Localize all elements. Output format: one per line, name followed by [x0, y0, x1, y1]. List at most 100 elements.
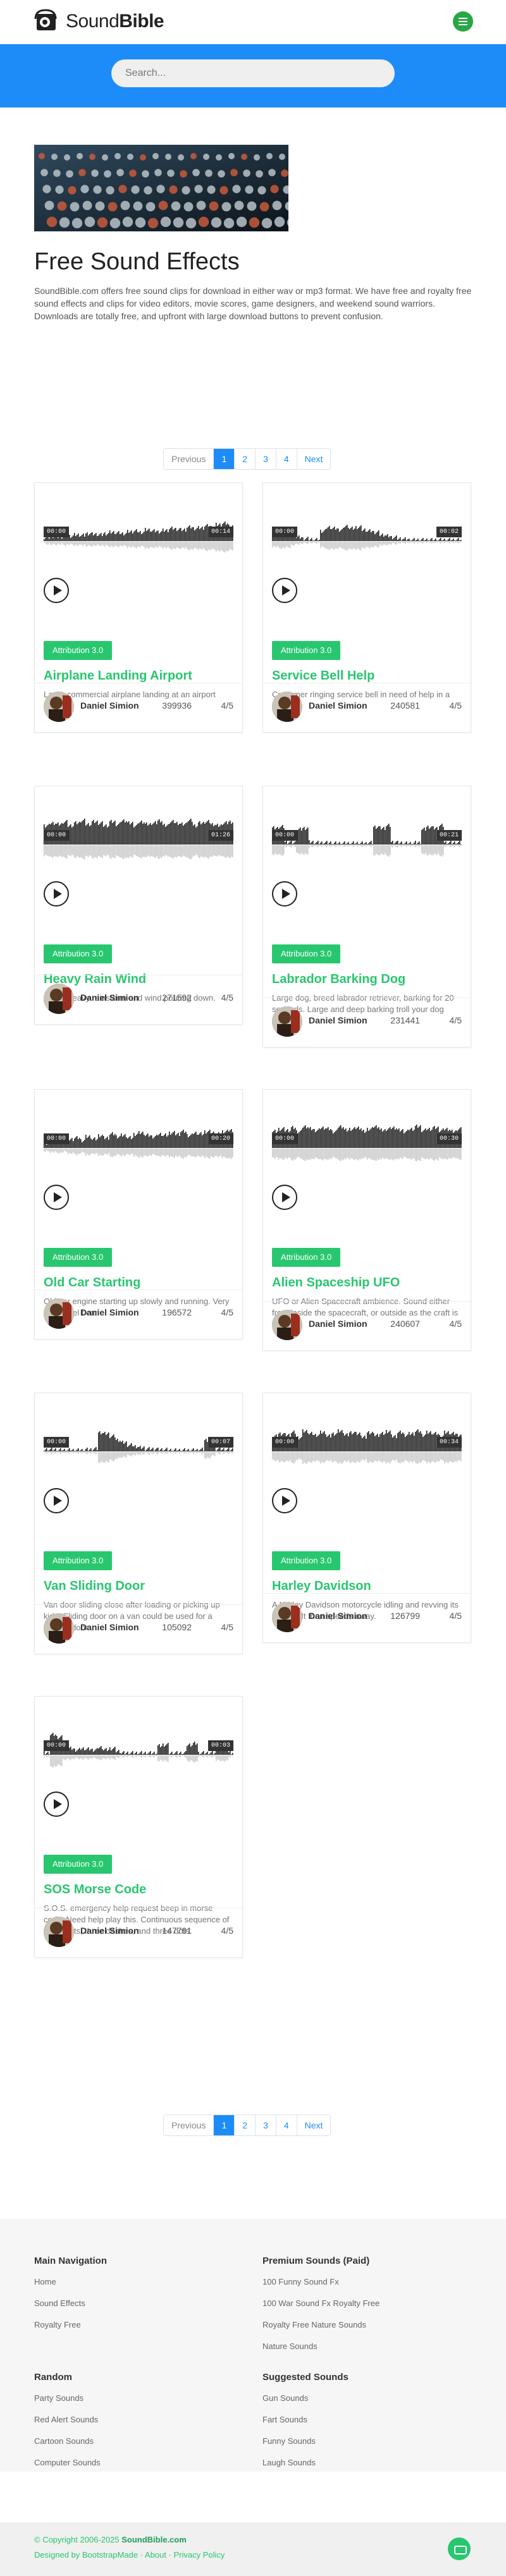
author-name[interactable]: Daniel Simion	[80, 1926, 139, 1936]
wave-reflection	[165, 845, 166, 855]
sound-title[interactable]: Labrador Barking Dog	[272, 972, 405, 987]
play-icon[interactable]	[272, 881, 297, 906]
footer-link-suggested[interactable]: Laugh Sounds	[262, 2458, 316, 2467]
wave-reflection	[230, 1452, 231, 1453]
sound-title[interactable]: Old Car Starting	[44, 1276, 140, 1290]
pagination-previous[interactable]: Previous	[164, 449, 214, 469]
wave-reflection	[163, 1755, 164, 1762]
wave-reflection	[307, 845, 309, 855]
license-badge[interactable]: Attribution 3.0	[44, 1855, 113, 1874]
footer-link-random[interactable]: Party Sounds	[34, 2393, 83, 2403]
author-name[interactable]: Daniel Simion	[309, 1611, 367, 1621]
wave-bar	[331, 844, 333, 845]
search-input[interactable]	[111, 59, 395, 87]
author-name[interactable]: Daniel Simion	[309, 700, 367, 711]
pagination-page-4[interactable]: 4	[275, 2115, 297, 2135]
waveform-player[interactable]: 00:00 00:20	[44, 1119, 233, 1177]
wave-bar	[342, 844, 343, 845]
pagination-next[interactable]: Next	[296, 449, 331, 469]
author-name[interactable]: Daniel Simion	[80, 1622, 139, 1632]
license-badge[interactable]: Attribution 3.0	[44, 1551, 113, 1570]
license-badge[interactable]: Attribution 3.0	[44, 641, 113, 660]
wave-bar	[54, 1450, 55, 1451]
wave-bar	[345, 1128, 347, 1148]
author-name[interactable]: Daniel Simion	[80, 1307, 139, 1317]
pagination-page-1[interactable]: 1	[213, 449, 235, 469]
pagination-page-4[interactable]: 4	[275, 449, 297, 469]
footer-link-premium[interactable]: Nature Sounds	[262, 2341, 318, 2351]
license-badge[interactable]: Attribution 3.0	[272, 641, 341, 660]
footer-link-suggested[interactable]: Fart Sounds	[262, 2415, 307, 2424]
wave-bar	[155, 532, 156, 541]
wave-bar	[149, 1752, 150, 1755]
about-link[interactable]: About	[145, 2550, 166, 2560]
footer-link-premium[interactable]: 100 War Sound Fx Royalty Free	[262, 2298, 379, 2308]
footer-link-premium[interactable]: 100 Funny Sound Fx	[262, 2277, 339, 2286]
author-name[interactable]: Daniel Simion	[80, 992, 139, 1003]
pagination-next[interactable]: Next	[296, 2115, 331, 2135]
waveform-player[interactable]: 00:00 01:26	[44, 815, 233, 874]
pagination-page-1[interactable]: 1	[213, 2115, 235, 2135]
play-icon[interactable]	[44, 1185, 69, 1210]
wave-bar	[228, 1752, 230, 1755]
designed-by-link[interactable]: Designed by BootstrapMade	[34, 2550, 138, 2560]
play-icon[interactable]	[44, 578, 69, 603]
play-icon[interactable]	[272, 578, 297, 603]
waveform-player[interactable]: 00:00 00:14	[44, 512, 233, 570]
license-badge[interactable]: Attribution 3.0	[272, 1551, 341, 1570]
sound-title[interactable]: Airplane Landing Airport	[44, 669, 192, 683]
footer-link-suggested[interactable]: Gun Sounds	[262, 2393, 308, 2403]
wave-reflection	[361, 1149, 362, 1160]
pagination-page-3[interactable]: 3	[255, 449, 276, 469]
waveform-player[interactable]: 00:00 00:07	[44, 1422, 233, 1480]
footer-link-random[interactable]: Red Alert Sounds	[34, 2415, 98, 2424]
pagination-page-2[interactable]: 2	[234, 449, 256, 469]
waveform-player[interactable]: 00:00 00:21	[272, 815, 462, 874]
sound-title[interactable]: SOS Morse Code	[44, 1883, 146, 1897]
footer-link-random[interactable]: Cartoon Sounds	[34, 2436, 94, 2446]
wave-reflection	[142, 1452, 144, 1455]
privacy-link[interactable]: Privacy Policy	[173, 2550, 225, 2560]
sound-title[interactable]: Van Sliding Door	[44, 1579, 145, 1594]
play-icon[interactable]	[272, 1185, 297, 1210]
license-badge[interactable]: Attribution 3.0	[44, 944, 113, 963]
sound-title[interactable]: Alien Spaceship UFO	[272, 1276, 400, 1290]
wave-reflection	[291, 1452, 292, 1462]
pagination-previous[interactable]: Previous	[164, 2115, 214, 2135]
footer-link-royalty-free[interactable]: Royalty Free	[34, 2320, 81, 2329]
wave-reflection	[385, 542, 386, 545]
menu-icon[interactable]	[453, 11, 473, 32]
play-icon[interactable]	[272, 1488, 297, 1513]
license-badge[interactable]: Attribution 3.0	[44, 1248, 113, 1267]
pagination-page-2[interactable]: 2	[234, 2115, 256, 2135]
author-name[interactable]: Daniel Simion	[309, 1015, 367, 1025]
copyright-site-link[interactable]: SoundBible.com	[121, 2535, 187, 2544]
sound-title[interactable]: Harley Davidson	[272, 1579, 371, 1594]
waveform-player[interactable]: 00:00 00:34	[272, 1422, 462, 1480]
play-icon[interactable]	[44, 1792, 69, 1817]
license-badge[interactable]: Attribution 3.0	[272, 1248, 341, 1267]
license-badge[interactable]: Attribution 3.0	[272, 944, 341, 963]
footer-link-sound-effects[interactable]: Sound Effects	[34, 2298, 85, 2308]
waveform-player[interactable]: 00:00 00:02	[272, 512, 462, 570]
author-name[interactable]: Daniel Simion	[309, 1319, 367, 1329]
wave-reflection	[187, 1755, 188, 1761]
chat-icon[interactable]	[448, 2537, 471, 2560]
pagination-page-3[interactable]: 3	[255, 2115, 276, 2135]
play-icon[interactable]	[44, 1488, 69, 1513]
footer-link-premium[interactable]: Royalty Free Nature Sounds	[262, 2320, 366, 2329]
waveform-player[interactable]: 00:00 00:30	[272, 1119, 462, 1177]
author-name[interactable]: Daniel Simion	[80, 700, 139, 711]
wave-reflection	[182, 542, 183, 547]
footer-link-home[interactable]: Home	[34, 2277, 56, 2286]
waveform-player[interactable]: 00:00 00:03	[44, 1726, 233, 1784]
play-icon[interactable]	[44, 881, 69, 906]
wave-reflection	[135, 542, 136, 548]
footer-link-random[interactable]: Computer Sounds	[34, 2458, 101, 2467]
wave-bar	[319, 1128, 320, 1148]
wave-reflection	[175, 1755, 176, 1757]
sound-title[interactable]: Service Bell Help	[272, 669, 374, 683]
footer-link-suggested[interactable]: Funny Sounds	[262, 2436, 316, 2446]
wave-reflection	[164, 1149, 165, 1156]
site-logo[interactable]: SoundBible	[34, 8, 164, 35]
